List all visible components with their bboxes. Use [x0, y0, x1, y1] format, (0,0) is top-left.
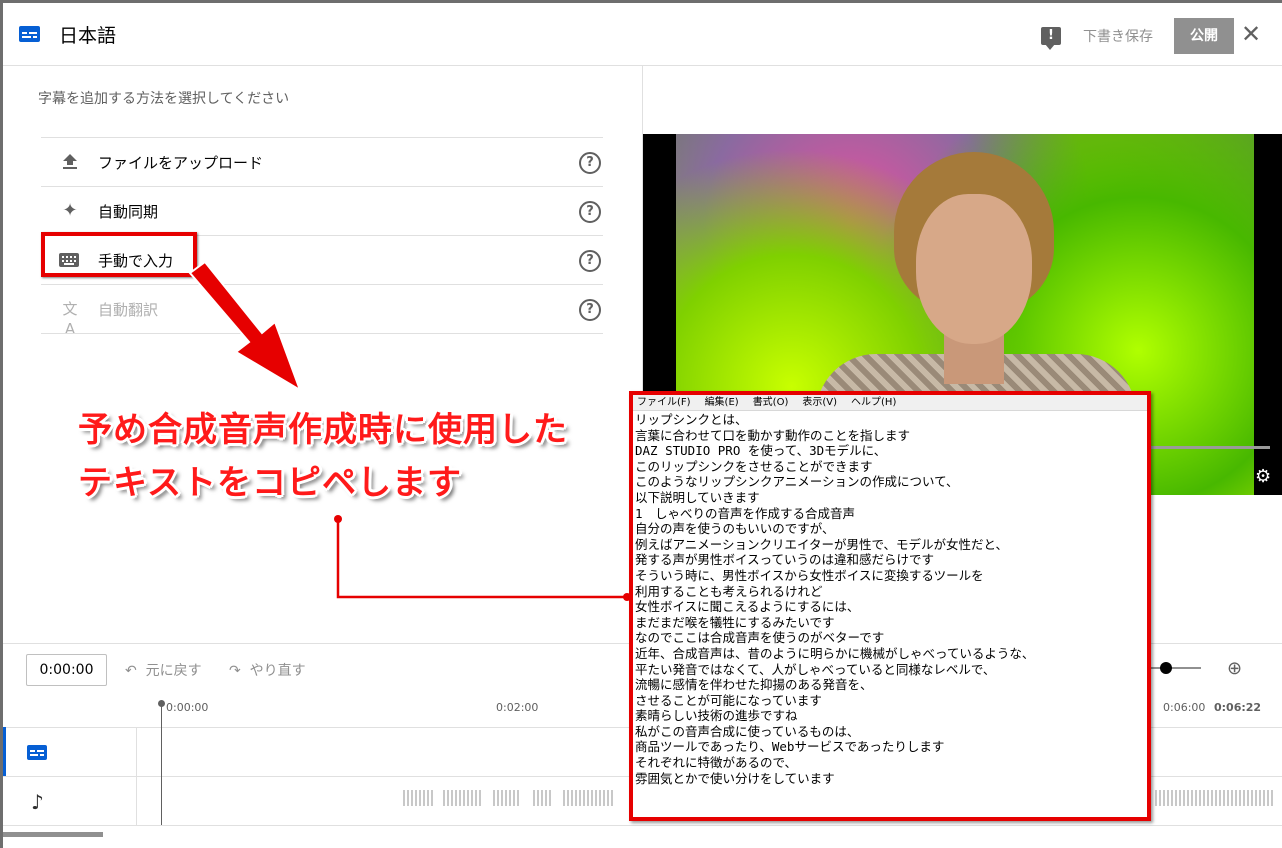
red-arrow-icon [188, 260, 302, 393]
notepad-window[interactable]: ファイル(F) 編集(E) 書式(O) 表示(V) ヘルプ(H) リップシンクとは、 言葉… [629, 391, 1151, 821]
notepad-menu-bar: ファイル(F) 編集(E) 書式(O) 表示(V) ヘルプ(H) [633, 395, 1147, 411]
notepad-line: 素晴らしい技術の進歩ですね [635, 708, 798, 724]
annotation-line-2: テキストをコピペします [78, 463, 462, 503]
notepad-line: 商品ツールであったり、Webサービスであったりします [635, 739, 945, 755]
notepad-line: 言葉に合わせて口を動かす動作のことを指します [635, 427, 911, 443]
notepad-line: 近年、合成音声は、昔のように明らかに機械がしゃべっているような、 [635, 645, 1035, 661]
notepad-line: まだまだ喉を犠牲にするみたいです [635, 614, 835, 630]
notepad-line: 女性ボイスに聞こえるようにするには、 [635, 599, 860, 615]
notepad-line: DAZ STUDIO PRO を使って、3Dモデルに、 [635, 443, 887, 459]
notepad-text-area[interactable]: リップシンクとは、 言葉に合わせて口を動かす動作のことを指します DAZ STUDI… [635, 412, 1145, 786]
connector-line [336, 519, 627, 599]
notepad-line: させることが可能になっています [635, 692, 822, 708]
notepad-line: 以下説明していきます [635, 489, 760, 505]
notepad-line: 私がこの音声合成に使っているものは、 [635, 723, 860, 739]
notepad-line: 雰囲気とかで使い分けをしています [635, 770, 835, 786]
notepad-line: リップシンクとは、 [635, 412, 748, 427]
notepad-line: 例えばアニメーションクリエイターが男性で、モデルが女性だと、 [635, 536, 1009, 552]
menu-edit[interactable]: 編集(E) [705, 397, 739, 408]
menu-view[interactable]: 表示(V) [802, 397, 837, 408]
notepad-line: 自分の声を使うのもいいのですが、 [635, 521, 835, 537]
menu-file[interactable]: ファイル(F) [637, 397, 691, 408]
notepad-line: 発する声が男性ボイスっていうのは違和感だらけです [635, 552, 935, 568]
notepad-line: 平たい発音ではなくて、人がしゃべっていると同様なレベルで、 [635, 661, 996, 677]
menu-format[interactable]: 書式(O) [753, 397, 789, 408]
menu-help[interactable]: ヘルプ(H) [851, 397, 896, 408]
notepad-line: このようなリップシンクアニメーションの作成について、 [635, 474, 959, 490]
annotation-line-1: 予め合成音声作成時に使用した [78, 410, 568, 450]
notepad-line: このリップシンクをさせることができます [635, 458, 873, 474]
connector-dot [334, 515, 342, 523]
notepad-line: それぞれに特徴があるので、 [635, 755, 798, 771]
notepad-line: 流暢に感情を伴わせた抑揚のある発音を、 [635, 677, 873, 693]
notepad-line: なのでここは合成音声を使うのがベターです [635, 630, 885, 646]
notepad-line: そういう時に、男性ボイスから女性ボイスに変換するツールを [635, 567, 984, 583]
connector-line-outline [335, 519, 627, 600]
notepad-line: 1 しゃべりの音声を作成する合成音声 [635, 505, 856, 521]
notepad-line: 利用することも考えられるけれど [635, 583, 823, 599]
